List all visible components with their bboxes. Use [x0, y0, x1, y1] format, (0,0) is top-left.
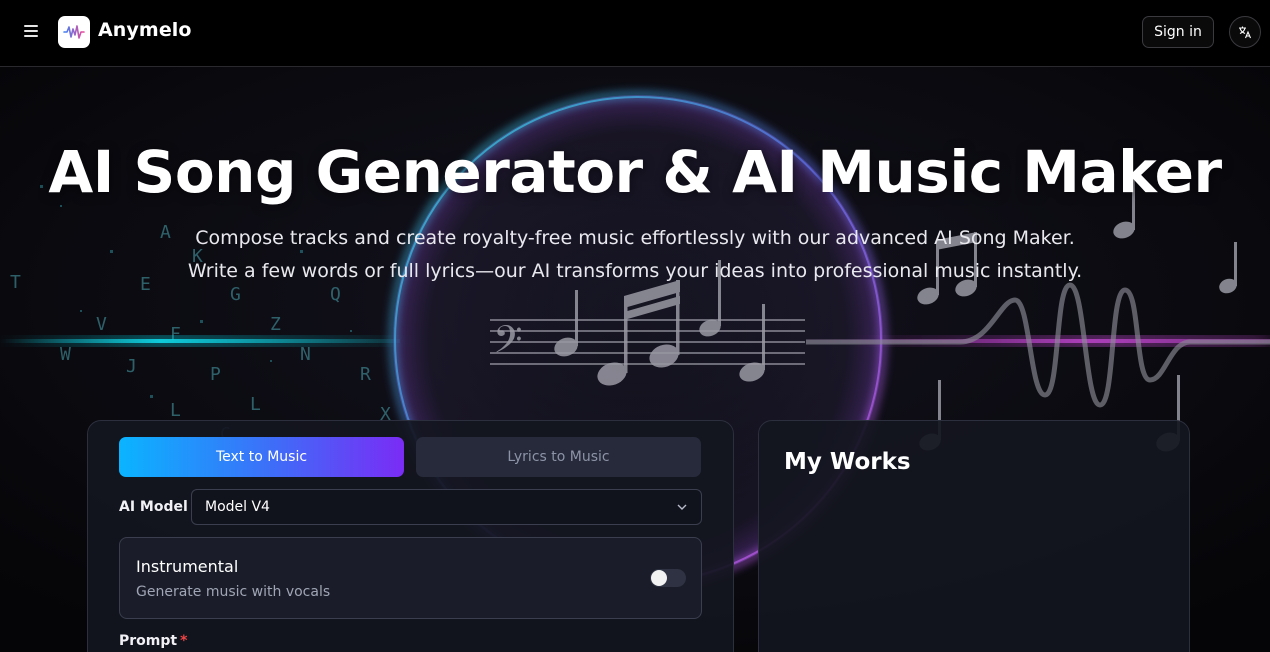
svg-text:N: N [300, 344, 311, 365]
svg-text:J: J [126, 356, 137, 377]
svg-text:L: L [250, 394, 261, 415]
svg-text:𝄢: 𝄢 [493, 317, 523, 371]
generator-panel: Text to Music Lyrics to Music AI Model M… [87, 420, 734, 652]
brand-name[interactable]: Anymelo [98, 19, 192, 41]
my-works-title: My Works [784, 449, 911, 475]
prompt-label: Prompt * [119, 633, 187, 649]
my-works-panel: My Works [758, 420, 1190, 652]
ai-model-label: AI Model [119, 499, 188, 515]
svg-text:Z: Z [270, 314, 281, 335]
ai-model-value: Model V4 [205, 499, 270, 515]
svg-text:R: R [360, 364, 371, 385]
svg-text:V: V [96, 314, 107, 335]
prompt-label-text: Prompt [119, 633, 178, 649]
translate-icon[interactable] [1229, 16, 1261, 48]
instrumental-card: Instrumental Generate music with vocals [119, 537, 702, 619]
instrumental-title: Instrumental [136, 557, 239, 576]
top-nav: Anymelo Sign in [0, 0, 1270, 67]
instrumental-description: Generate music with vocals [136, 584, 331, 600]
waveform-logo-icon[interactable] [58, 16, 90, 48]
svg-text:W: W [60, 344, 71, 365]
hero-subtitle-line-2: Write a few words or full lyrics—our AI … [187, 260, 1083, 282]
chevron-down-icon [677, 504, 687, 510]
sign-in-button[interactable]: Sign in [1142, 16, 1214, 48]
hero-subtitle: Compose tracks and create royalty-free m… [0, 222, 1270, 288]
hero-subtitle-line-1: Compose tracks and create royalty-free m… [195, 227, 1075, 249]
toggle-knob [651, 570, 667, 586]
menu-icon[interactable] [24, 25, 38, 39]
tab-text-to-music[interactable]: Text to Music [119, 437, 404, 477]
instrumental-toggle[interactable] [650, 569, 686, 587]
page: Anymelo Sign in A K E G V F T Z P J N L … [0, 0, 1270, 652]
svg-text:P: P [210, 364, 221, 385]
page-title: AI Song Generator & AI Music Maker [48, 138, 1222, 206]
svg-text:L: L [170, 400, 181, 421]
ai-model-select[interactable]: Model V4 [191, 489, 702, 525]
required-marker: * [180, 633, 188, 649]
tab-lyrics-to-music[interactable]: Lyrics to Music [416, 437, 701, 477]
